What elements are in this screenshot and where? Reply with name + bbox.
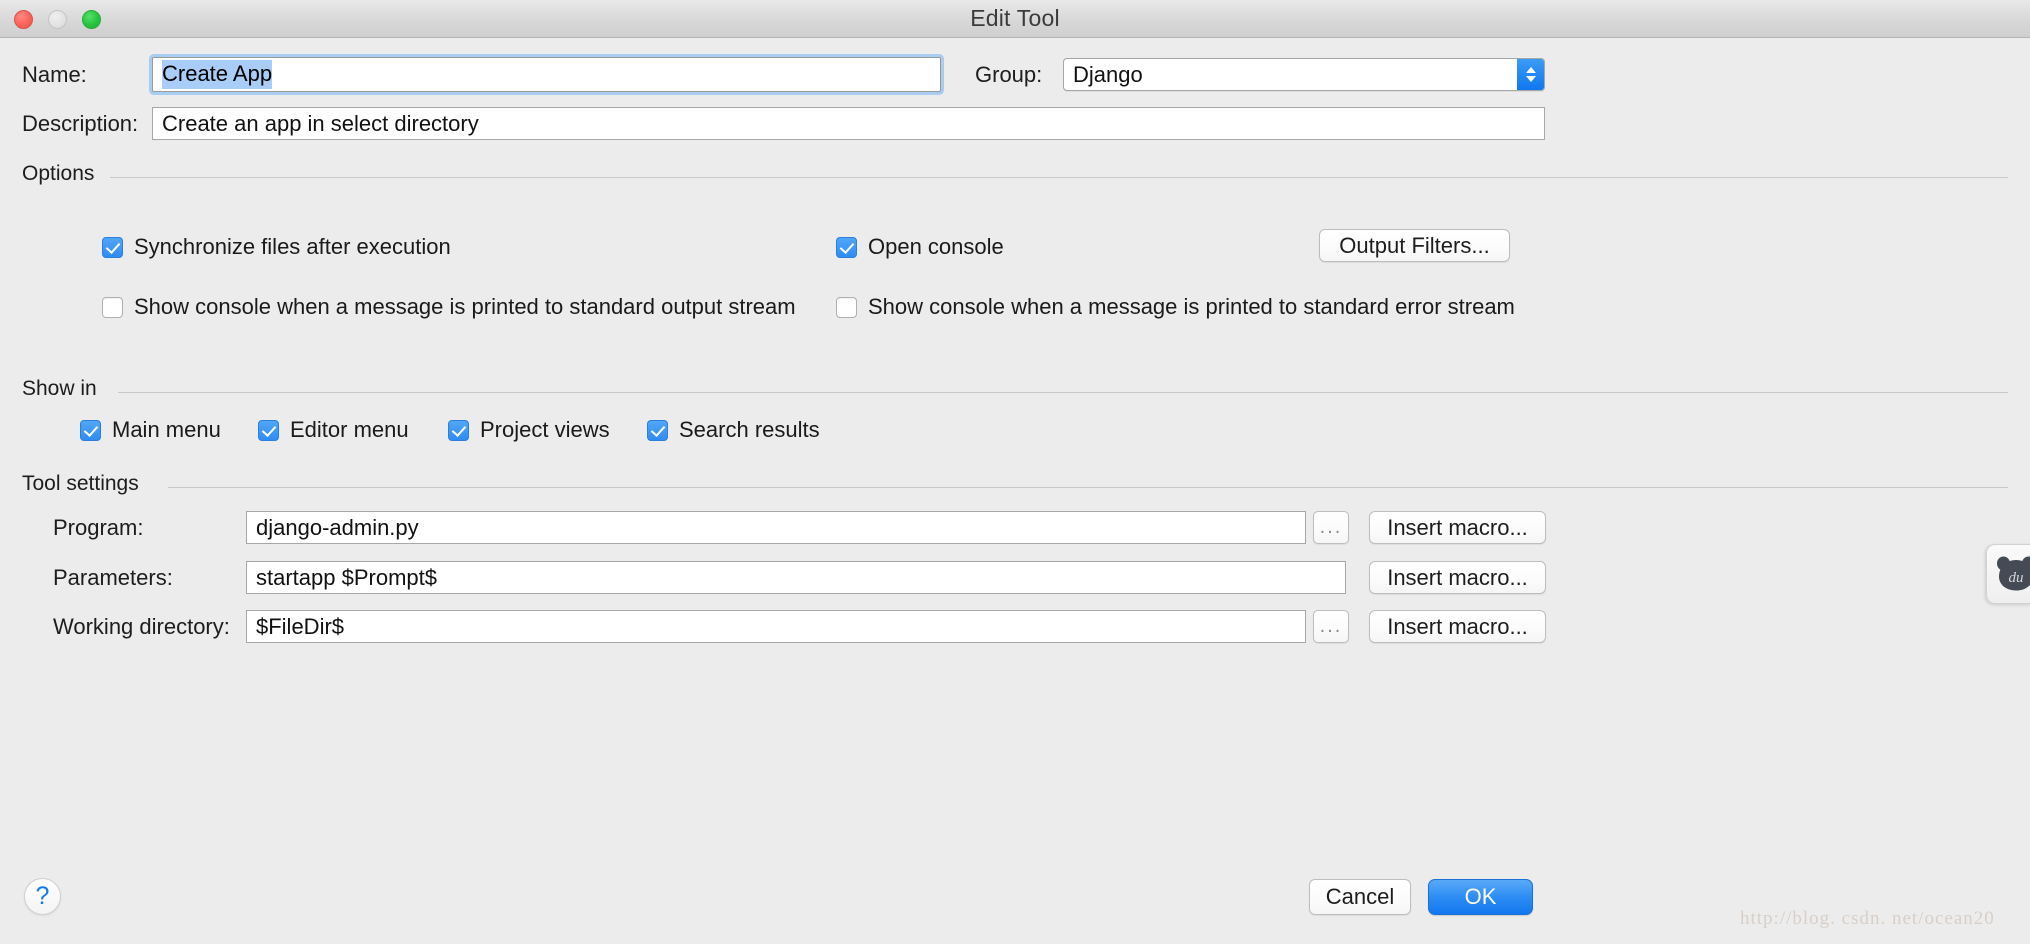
options-section-title: Options (22, 162, 95, 185)
checkbox-synchronize-files[interactable]: Synchronize files after execution (102, 234, 451, 260)
program-label: Program: (53, 515, 144, 540)
program-input[interactable]: django-admin.py (246, 511, 1306, 544)
ok-button[interactable]: OK (1428, 879, 1533, 915)
chevron-updown-icon[interactable] (1517, 59, 1544, 90)
help-button[interactable]: ? (24, 878, 61, 915)
checkbox-indicator[interactable] (102, 236, 123, 258)
parameters-input-value: startapp $Prompt$ (256, 564, 437, 590)
checkbox-label: Show console when a message is printed t… (868, 294, 1515, 319)
checkbox-main-menu[interactable]: Main menu (80, 417, 221, 443)
options-section-divider (110, 177, 2008, 178)
checkbox-label: Open console (868, 234, 1004, 259)
title-bar: Edit Tool (0, 0, 2030, 38)
group-label: Group: (975, 62, 1043, 87)
checkbox-open-console[interactable]: Open console (836, 234, 1004, 260)
working-directory-input[interactable]: $FileDir$ (246, 610, 1306, 643)
bear-du-icon: du (1997, 556, 2030, 591)
working-directory-input-value: $FileDir$ (256, 613, 345, 639)
description-label: Description: (22, 111, 139, 136)
checkbox-indicator[interactable] (80, 419, 101, 441)
parameters-insert-macro-button[interactable]: Insert macro... (1369, 561, 1546, 594)
checkbox-indicator[interactable] (836, 236, 857, 258)
program-browse-button[interactable]: ... (1313, 511, 1349, 544)
output-filters-button[interactable]: Output Filters... (1319, 229, 1510, 262)
checkbox-indicator[interactable] (258, 419, 279, 441)
checkbox-show-console-stderr[interactable]: Show console when a message is printed t… (836, 294, 1515, 320)
description-input[interactable]: Create an app in select directory (152, 107, 1545, 140)
watermark-text: http://blog. csdn. net/ocean20 (1740, 908, 1995, 929)
checkbox-label: Main menu (112, 417, 221, 442)
name-input[interactable]: Create App (152, 57, 941, 92)
checkbox-label: Synchronize files after execution (134, 234, 451, 259)
tool-settings-section-divider (168, 487, 2008, 488)
name-label: Name: (22, 62, 87, 87)
parameters-input[interactable]: startapp $Prompt$ (246, 561, 1346, 594)
name-input-value: Create App (162, 60, 273, 89)
checkbox-label: Editor menu (290, 417, 409, 442)
tool-settings-section-header: Tool settings (22, 472, 2008, 496)
description-input-value: Create an app in select directory (162, 110, 479, 136)
checkbox-editor-menu[interactable]: Editor menu (258, 417, 409, 443)
checkbox-indicator[interactable] (448, 419, 469, 441)
working-directory-insert-macro-button[interactable]: Insert macro... (1369, 610, 1546, 643)
show-in-section-divider (118, 392, 2008, 393)
checkbox-label: Search results (679, 417, 820, 442)
options-section-header: Options (22, 162, 2008, 186)
group-select-value: Django (1073, 61, 1143, 87)
parameters-label: Parameters: (53, 565, 173, 590)
checkbox-indicator[interactable] (102, 296, 123, 318)
group-select[interactable]: Django (1063, 58, 1545, 91)
program-insert-macro-button[interactable]: Insert macro... (1369, 511, 1546, 544)
checkbox-label: Project views (480, 417, 610, 442)
checkbox-show-console-stdout[interactable]: Show console when a message is printed t… (102, 294, 796, 320)
show-in-section-header: Show in (22, 377, 2008, 401)
baidu-badge[interactable]: du (1986, 544, 2030, 604)
show-in-section-title: Show in (22, 377, 97, 400)
working-directory-browse-button[interactable]: ... (1313, 610, 1349, 643)
checkbox-search-results[interactable]: Search results (647, 417, 820, 443)
edit-tool-dialog: Edit Tool Name: Create App Group: Django… (0, 0, 2030, 944)
working-directory-label: Working directory: (53, 614, 230, 639)
checkbox-indicator[interactable] (836, 296, 857, 318)
program-input-value: django-admin.py (256, 514, 419, 540)
cancel-button[interactable]: Cancel (1309, 879, 1411, 915)
svg-text:du: du (2009, 570, 2024, 586)
checkbox-project-views[interactable]: Project views (448, 417, 610, 443)
tool-settings-section-title: Tool settings (22, 472, 139, 495)
window-title: Edit Tool (970, 5, 1060, 31)
checkbox-indicator[interactable] (647, 419, 668, 441)
checkbox-label: Show console when a message is printed t… (134, 294, 796, 319)
